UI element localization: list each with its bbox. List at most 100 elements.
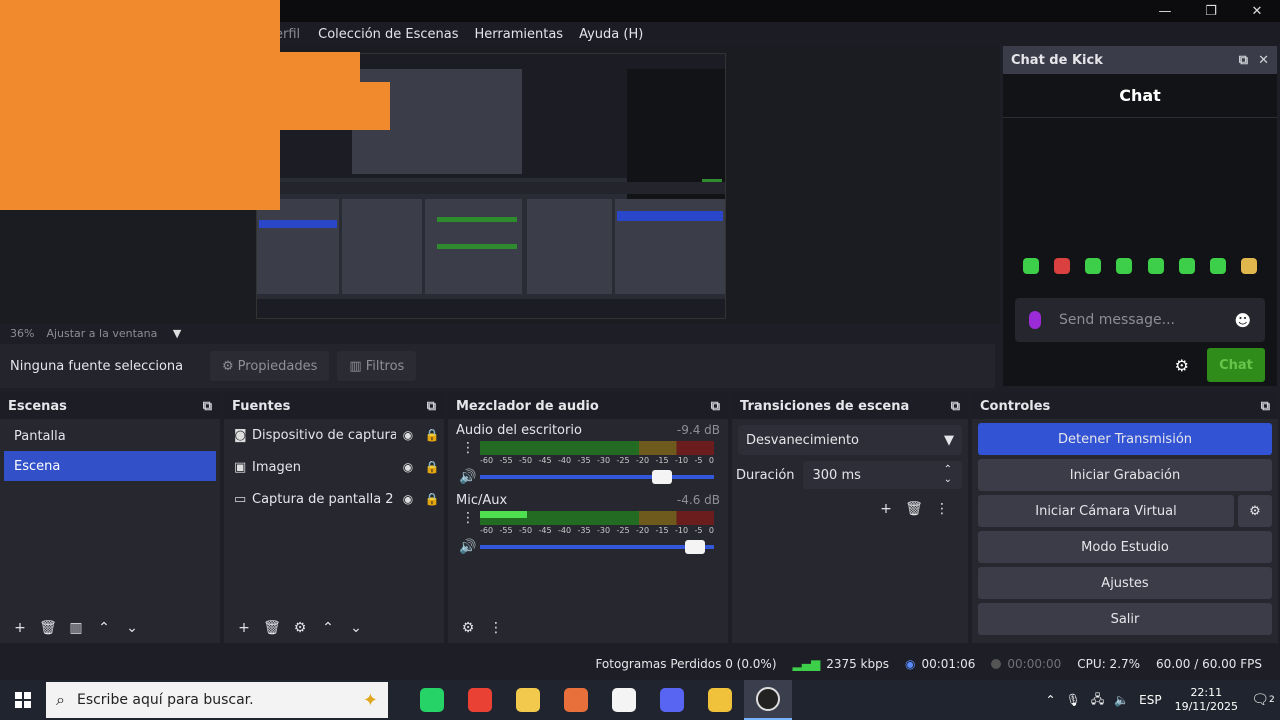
undock-icon[interactable]: ⧉ — [1261, 399, 1270, 414]
emote-icon[interactable] — [1147, 258, 1164, 274]
chevron-up-icon[interactable]: ⌃ — [1046, 693, 1056, 707]
file-explorer-icon[interactable] — [504, 680, 552, 720]
fit-to-window-dropdown[interactable]: Ajustar a la ventana ▼ — [46, 327, 193, 340]
scene-item-escena[interactable]: Escena — [4, 451, 216, 481]
start-recording-button[interactable]: Iniciar Grabación — [978, 459, 1272, 491]
source-item[interactable]: ▣ Imagen ◉ 🔒 — [224, 451, 444, 483]
transition-select[interactable]: Desvanecimiento ▼ — [738, 425, 962, 455]
speaker-icon[interactable]: 🔊 — [456, 539, 480, 555]
menu-tools[interactable]: Herramientas — [475, 27, 564, 42]
undock-icon[interactable]: ⧉ — [711, 399, 720, 414]
menu-help[interactable]: Ayuda (H) — [579, 27, 643, 42]
source-item[interactable]: ▭ Captura de pantalla 2 ◉ 🔒 — [224, 483, 444, 515]
meter-tick-label: -50 — [519, 526, 533, 535]
move-down-icon[interactable]: ⌄ — [118, 616, 146, 640]
emote-icon[interactable] — [1085, 258, 1102, 274]
status-bar: Fotogramas Perdidos 0 (0.0%) ▂▄▆ 2375 kb… — [0, 650, 1280, 678]
microphone-icon[interactable]: 🎙 — [1066, 693, 1081, 707]
virtual-camera-settings-gear-icon[interactable]: ⚙ — [1238, 495, 1272, 527]
notifications-icon[interactable]: 🗨 2 — [1246, 692, 1280, 708]
maximize-button[interactable]: ❐ — [1188, 0, 1234, 22]
undock-icon[interactable]: ⧉ — [203, 399, 212, 414]
windows-start-icon[interactable] — [0, 680, 46, 720]
visibility-eye-icon[interactable]: ◉ — [396, 428, 420, 442]
menu-scene-collection[interactable]: Colección de Escenas — [318, 27, 458, 42]
properties-button[interactable]: ⚙ Propiedades — [210, 351, 330, 381]
calendar-icon[interactable] — [600, 680, 648, 720]
filter-icon[interactable]: ▥ — [62, 616, 90, 640]
emote-icon[interactable] — [1053, 258, 1070, 274]
file-explorer-icon-glyph — [516, 688, 540, 712]
move-up-icon[interactable]: ⌃ — [314, 616, 342, 640]
trash-icon[interactable]: 🗑 — [258, 616, 286, 640]
emote-icon[interactable] — [1116, 258, 1133, 274]
zoom-row: 36% Ajustar a la ventana ▼ — [0, 324, 1000, 342]
undock-icon[interactable]: ⧉ — [951, 399, 960, 414]
move-up-icon[interactable]: ⌃ — [90, 616, 118, 640]
discord-icon[interactable] — [648, 680, 696, 720]
emote-icon[interactable] — [1241, 258, 1258, 274]
close-icon[interactable]: ✕ — [1258, 53, 1269, 68]
emote-icon[interactable] — [1210, 258, 1227, 274]
scene-item-pantalla[interactable]: Pantalla — [4, 421, 216, 451]
color-app-icon[interactable] — [552, 680, 600, 720]
trash-icon[interactable]: 🗑 — [34, 616, 62, 640]
visibility-eye-icon[interactable]: ◉ — [396, 460, 420, 474]
system-tray: ⌃ 🎙 🖧 🔈 ESP 22:11 19/11/2025 🗨 2 — [1041, 686, 1280, 714]
lock-icon[interactable]: 🔒 — [420, 460, 444, 474]
more-options-icon[interactable]: ⋮ — [456, 510, 480, 526]
undock-icon[interactable]: ⧉ — [1239, 53, 1248, 68]
add-icon[interactable]: + — [6, 616, 34, 640]
meter-tick-label: -55 — [499, 456, 513, 465]
source-item[interactable]: ◙ Dispositivo de captura ◉ 🔒 — [224, 419, 444, 451]
taskbar-search-input[interactable]: ⌕ Escribe aquí para buscar. ✦ — [46, 682, 388, 718]
volume-slider[interactable] — [480, 470, 714, 484]
filters-button[interactable]: ▥ Filtros — [337, 351, 417, 381]
chat-input-placeholder: Send message... — [1059, 312, 1175, 328]
channel-db: -4.6 dB — [676, 493, 720, 507]
more-options-icon[interactable]: ⋮ — [456, 440, 480, 456]
speaker-icon[interactable]: 🔊 — [456, 469, 480, 485]
visibility-eye-icon[interactable]: ◉ — [396, 492, 420, 506]
more-options-icon[interactable]: ⋮ — [482, 616, 510, 640]
kick-app-icon[interactable] — [696, 680, 744, 720]
chrome-icon[interactable] — [456, 680, 504, 720]
clock[interactable]: 22:11 19/11/2025 — [1175, 686, 1238, 714]
chat-settings-gear-icon[interactable]: ⚙ — [1175, 356, 1189, 375]
settings-button[interactable]: Ajustes — [978, 567, 1272, 599]
lock-icon[interactable]: 🔒 — [420, 428, 444, 442]
language-indicator[interactable]: ESP — [1139, 693, 1161, 707]
trash-icon[interactable]: 🗑 — [900, 497, 928, 521]
chat-message-input[interactable]: Send message... ☻ — [1015, 298, 1265, 342]
whatsapp-icon[interactable] — [408, 680, 456, 720]
gear-icon[interactable]: ⚙ — [286, 616, 314, 640]
minimize-button[interactable]: — — [1142, 0, 1188, 22]
close-button[interactable]: ✕ — [1234, 0, 1280, 22]
volume-slider[interactable] — [480, 540, 714, 554]
emoji-icon[interactable]: ☻ — [1234, 311, 1251, 330]
fps-status: 60.00 / 60.00 FPS — [1156, 657, 1262, 671]
network-icon[interactable]: 🖧 — [1091, 690, 1104, 711]
add-icon[interactable]: + — [230, 616, 258, 640]
mixer-channel: Audio del escritorio -9.4 dB ⋮ -60 -55 -50… — [448, 419, 728, 489]
spin-arrows-icon[interactable]: ⌃ ⌄ — [944, 465, 952, 485]
advanced-audio-icon[interactable]: ⚙ — [454, 616, 482, 640]
move-down-icon[interactable]: ⌄ — [342, 616, 370, 640]
obs-icon[interactable] — [744, 680, 792, 720]
more-options-icon[interactable]: ⋮ — [928, 497, 956, 521]
stop-stream-button[interactable]: Detener Transmisión — [978, 423, 1272, 455]
calendar-icon-glyph — [612, 688, 636, 712]
volume-icon[interactable]: 🔈 — [1114, 693, 1129, 707]
undock-icon[interactable]: ⧉ — [427, 399, 436, 414]
emote-icon[interactable] — [1178, 258, 1195, 274]
lock-icon[interactable]: 🔒 — [420, 492, 444, 506]
discord-icon-glyph — [660, 688, 684, 712]
channel-name: Mic/Aux — [456, 493, 508, 508]
add-icon[interactable]: + — [872, 497, 900, 521]
duration-spinbox[interactable]: 300 ms ⌃ ⌄ — [802, 461, 962, 489]
start-virtual-camera-button[interactable]: Iniciar Cámara Virtual — [978, 495, 1234, 527]
chat-send-button[interactable]: Chat — [1207, 348, 1265, 382]
emote-icon[interactable] — [1022, 258, 1039, 274]
exit-button[interactable]: Salir — [978, 603, 1272, 635]
studio-mode-button[interactable]: Modo Estudio — [978, 531, 1272, 563]
